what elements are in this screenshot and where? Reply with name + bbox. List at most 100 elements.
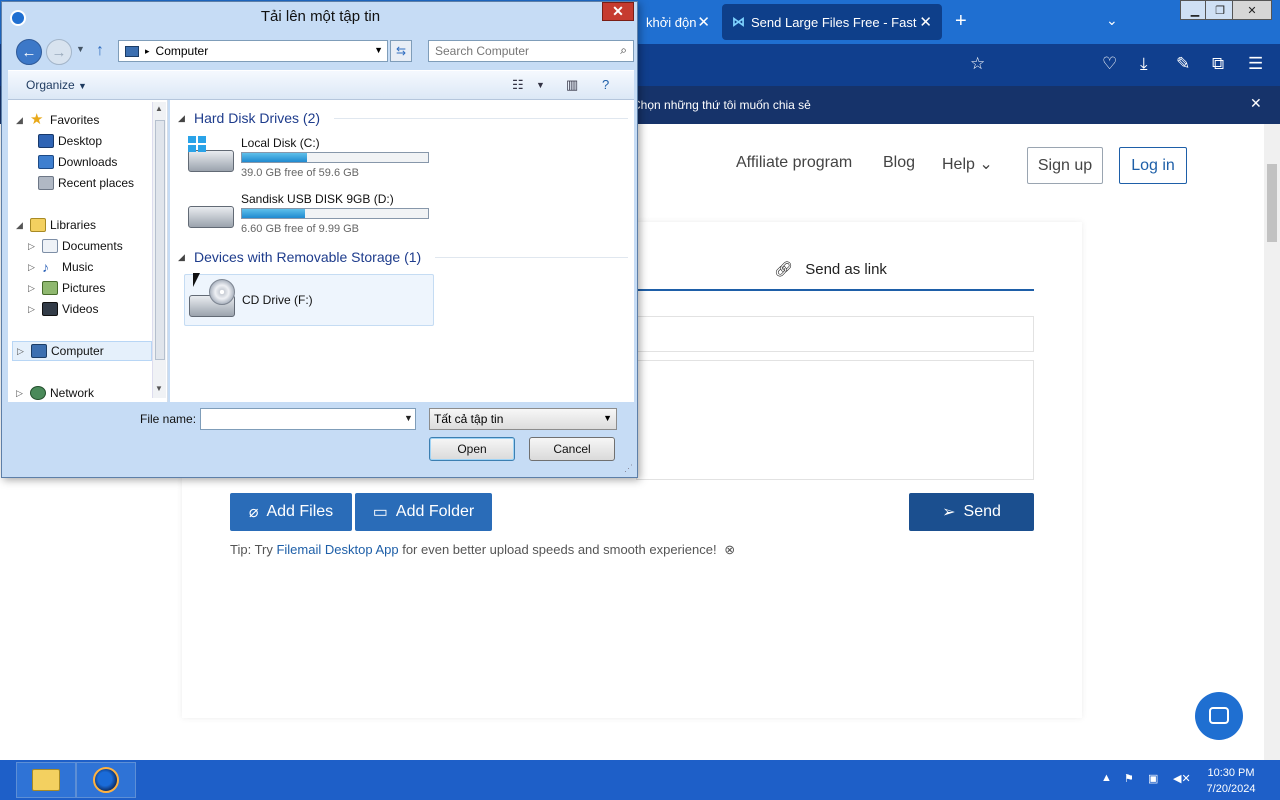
- show-hidden-icons-icon[interactable]: ▲: [1101, 772, 1112, 784]
- help-icon[interactable]: ?: [602, 77, 609, 92]
- tab-send-as-link[interactable]: 🔗︎ Send as link: [774, 260, 887, 278]
- file-name-dropdown-icon[interactable]: ▼: [404, 413, 413, 423]
- tree-item-network[interactable]: ▷ Network: [16, 383, 94, 402]
- nav-blog-link[interactable]: Blog: [883, 154, 915, 172]
- notification-close-icon[interactable]: ✕: [1250, 95, 1262, 112]
- collapsed-triangle-icon[interactable]: ▷: [28, 241, 38, 252]
- expanded-triangle-icon[interactable]: ◢: [16, 115, 26, 126]
- tree-item-videos[interactable]: ▷ Videos: [28, 299, 98, 319]
- system-clock[interactable]: 10:30 PM 7/20/2024: [1196, 765, 1266, 797]
- tree-item-documents[interactable]: ▷ Documents: [28, 236, 123, 256]
- nav-affiliate-link[interactable]: Affiliate program: [736, 154, 852, 172]
- collapsed-triangle-icon[interactable]: ▷: [17, 346, 27, 357]
- nav-help-link[interactable]: Help ⌄: [942, 154, 993, 174]
- tab-list-chevron-icon[interactable]: ⌄: [1106, 12, 1118, 29]
- downloads-icon[interactable]: ⤓: [1140, 54, 1148, 74]
- refresh-icon[interactable]: ⇆: [390, 40, 412, 62]
- folder-icon: ▭: [372, 504, 388, 521]
- view-options-dropdown-icon[interactable]: ▼: [536, 80, 545, 90]
- tree-item-favorites[interactable]: ◢ ★ Favorites: [16, 110, 99, 130]
- close-window-button[interactable]: ✕: [1232, 0, 1272, 20]
- tree-item-libraries[interactable]: ◢ Libraries: [16, 215, 96, 235]
- forward-button[interactable]: →: [46, 39, 72, 65]
- volume-muted-icon[interactable]: ◀✕: [1173, 772, 1191, 785]
- sign-up-button[interactable]: Sign up: [1027, 147, 1103, 184]
- tree-label: Computer: [51, 344, 104, 358]
- recipient-field[interactable]: [636, 316, 1034, 352]
- address-bar[interactable]: ▸ Computer ▼: [118, 40, 388, 62]
- organize-label: Organize: [26, 78, 75, 92]
- breadcrumb-chevron-icon[interactable]: ▸: [145, 46, 150, 57]
- tree-item-desktop[interactable]: Desktop: [38, 131, 102, 151]
- browser-tab-inactive[interactable]: khởi độn ✕: [636, 4, 720, 40]
- drive-item-local-disk-c[interactable]: Local Disk (C:) 39.0 GB free of 59.6 GB: [184, 136, 434, 190]
- preview-pane-icon[interactable]: ▥: [566, 77, 578, 93]
- action-center-flag-icon[interactable]: ⚑: [1124, 772, 1134, 785]
- nav-help-label: Help: [942, 156, 975, 173]
- collapsed-triangle-icon[interactable]: ▷: [28, 283, 38, 294]
- resize-grip-icon[interactable]: ⋰: [624, 463, 633, 474]
- file-name-input[interactable]: [200, 408, 416, 430]
- menu-hamburger-icon[interactable]: ☰: [1248, 54, 1263, 74]
- group-header-hard-disk-drives[interactable]: ◢ Hard Disk Drives (2): [178, 110, 628, 126]
- scroll-down-arrow-icon[interactable]: ▼: [155, 384, 163, 393]
- taskbar-firefox-button[interactable]: [76, 762, 136, 798]
- pocket-icon[interactable]: ♡: [1102, 54, 1117, 74]
- cancel-button[interactable]: Cancel: [529, 437, 615, 461]
- navigation-pane-scrollbar[interactable]: ▲ ▼: [152, 102, 166, 398]
- tree-item-computer[interactable]: ▷ Computer: [12, 341, 152, 361]
- libraries-icon: [30, 218, 46, 232]
- drive-free-space: 6.60 GB free of 9.99 GB: [241, 223, 360, 235]
- expanded-triangle-icon[interactable]: ◢: [178, 113, 188, 124]
- scrollbar-thumb[interactable]: [1267, 164, 1277, 242]
- desktop-app-link[interactable]: Filemail Desktop App: [276, 542, 398, 557]
- search-icon[interactable]: ⌕: [620, 43, 627, 58]
- scroll-up-arrow-icon[interactable]: ▲: [155, 104, 163, 113]
- address-dropdown-icon[interactable]: ▼: [374, 45, 383, 55]
- taskbar: [0, 760, 1280, 800]
- drive-item-cd-drive-f[interactable]: CD Drive (F:): [184, 274, 434, 326]
- tools-wrench-icon[interactable]: ✎: [1176, 54, 1190, 74]
- extensions-icon[interactable]: ⧉: [1212, 54, 1224, 74]
- dismiss-tip-icon[interactable]: ⊗: [724, 542, 735, 557]
- page-scrollbar[interactable]: [1264, 124, 1280, 760]
- collapsed-triangle-icon[interactable]: ▷: [28, 262, 38, 273]
- tree-item-downloads[interactable]: Downloads: [38, 152, 117, 172]
- network-icon[interactable]: ▣: [1148, 772, 1158, 785]
- tab-close-icon[interactable]: ✕: [919, 13, 932, 31]
- maximize-window-button[interactable]: ❐: [1205, 0, 1235, 20]
- add-folder-button[interactable]: ▭ Add Folder: [355, 493, 492, 531]
- open-button[interactable]: Open: [429, 437, 515, 461]
- drive-item-sandisk-usb-d[interactable]: Sandisk USB DISK 9GB (D:) 6.60 GB free o…: [184, 192, 434, 246]
- taskbar-explorer-button[interactable]: [16, 762, 76, 798]
- add-files-button[interactable]: ⌀ Add Files: [230, 493, 352, 531]
- message-field[interactable]: [636, 360, 1034, 480]
- tree-item-music[interactable]: ▷ ♪ Music: [28, 257, 93, 277]
- scrollbar-thumb[interactable]: [155, 120, 165, 360]
- chat-widget-button[interactable]: [1195, 692, 1243, 740]
- recent-locations-dropdown-icon[interactable]: ▼: [76, 44, 85, 54]
- notification-message[interactable]: Chọn những thứ tôi muốn chia sẻ: [632, 98, 811, 112]
- add-folder-label: Add Folder: [395, 503, 475, 520]
- new-tab-icon[interactable]: +: [955, 10, 967, 33]
- tree-item-recent-places[interactable]: Recent places: [38, 173, 134, 193]
- group-header-removable-storage[interactable]: ◢ Devices with Removable Storage (1): [178, 249, 628, 265]
- tab-close-icon[interactable]: ✕: [697, 13, 710, 31]
- search-input[interactable]: Search Computer ⌕: [428, 40, 634, 62]
- collapsed-triangle-icon[interactable]: ▷: [28, 304, 38, 315]
- back-button[interactable]: ←: [16, 39, 42, 65]
- tree-item-pictures[interactable]: ▷ Pictures: [28, 278, 105, 298]
- log-in-button[interactable]: Log in: [1119, 147, 1187, 184]
- expanded-triangle-icon[interactable]: ◢: [16, 220, 26, 231]
- tab-label: khởi độn: [646, 14, 697, 30]
- expanded-triangle-icon[interactable]: ◢: [178, 252, 188, 263]
- change-view-icon[interactable]: ☷: [512, 77, 524, 93]
- browser-tab-active[interactable]: ⋈ Send Large Files Free - Fast Sec ✕: [722, 4, 942, 40]
- dialog-close-button[interactable]: ✕: [602, 2, 634, 21]
- organize-button[interactable]: Organize ▼: [26, 78, 87, 92]
- up-folder-icon[interactable]: ↑: [96, 42, 104, 60]
- send-button[interactable]: ➢ Send: [909, 493, 1034, 531]
- file-type-filter-select[interactable]: Tất cả tập tin ▼: [429, 408, 617, 430]
- collapsed-triangle-icon[interactable]: ▷: [16, 388, 26, 399]
- bookmark-star-icon[interactable]: ☆: [970, 54, 985, 74]
